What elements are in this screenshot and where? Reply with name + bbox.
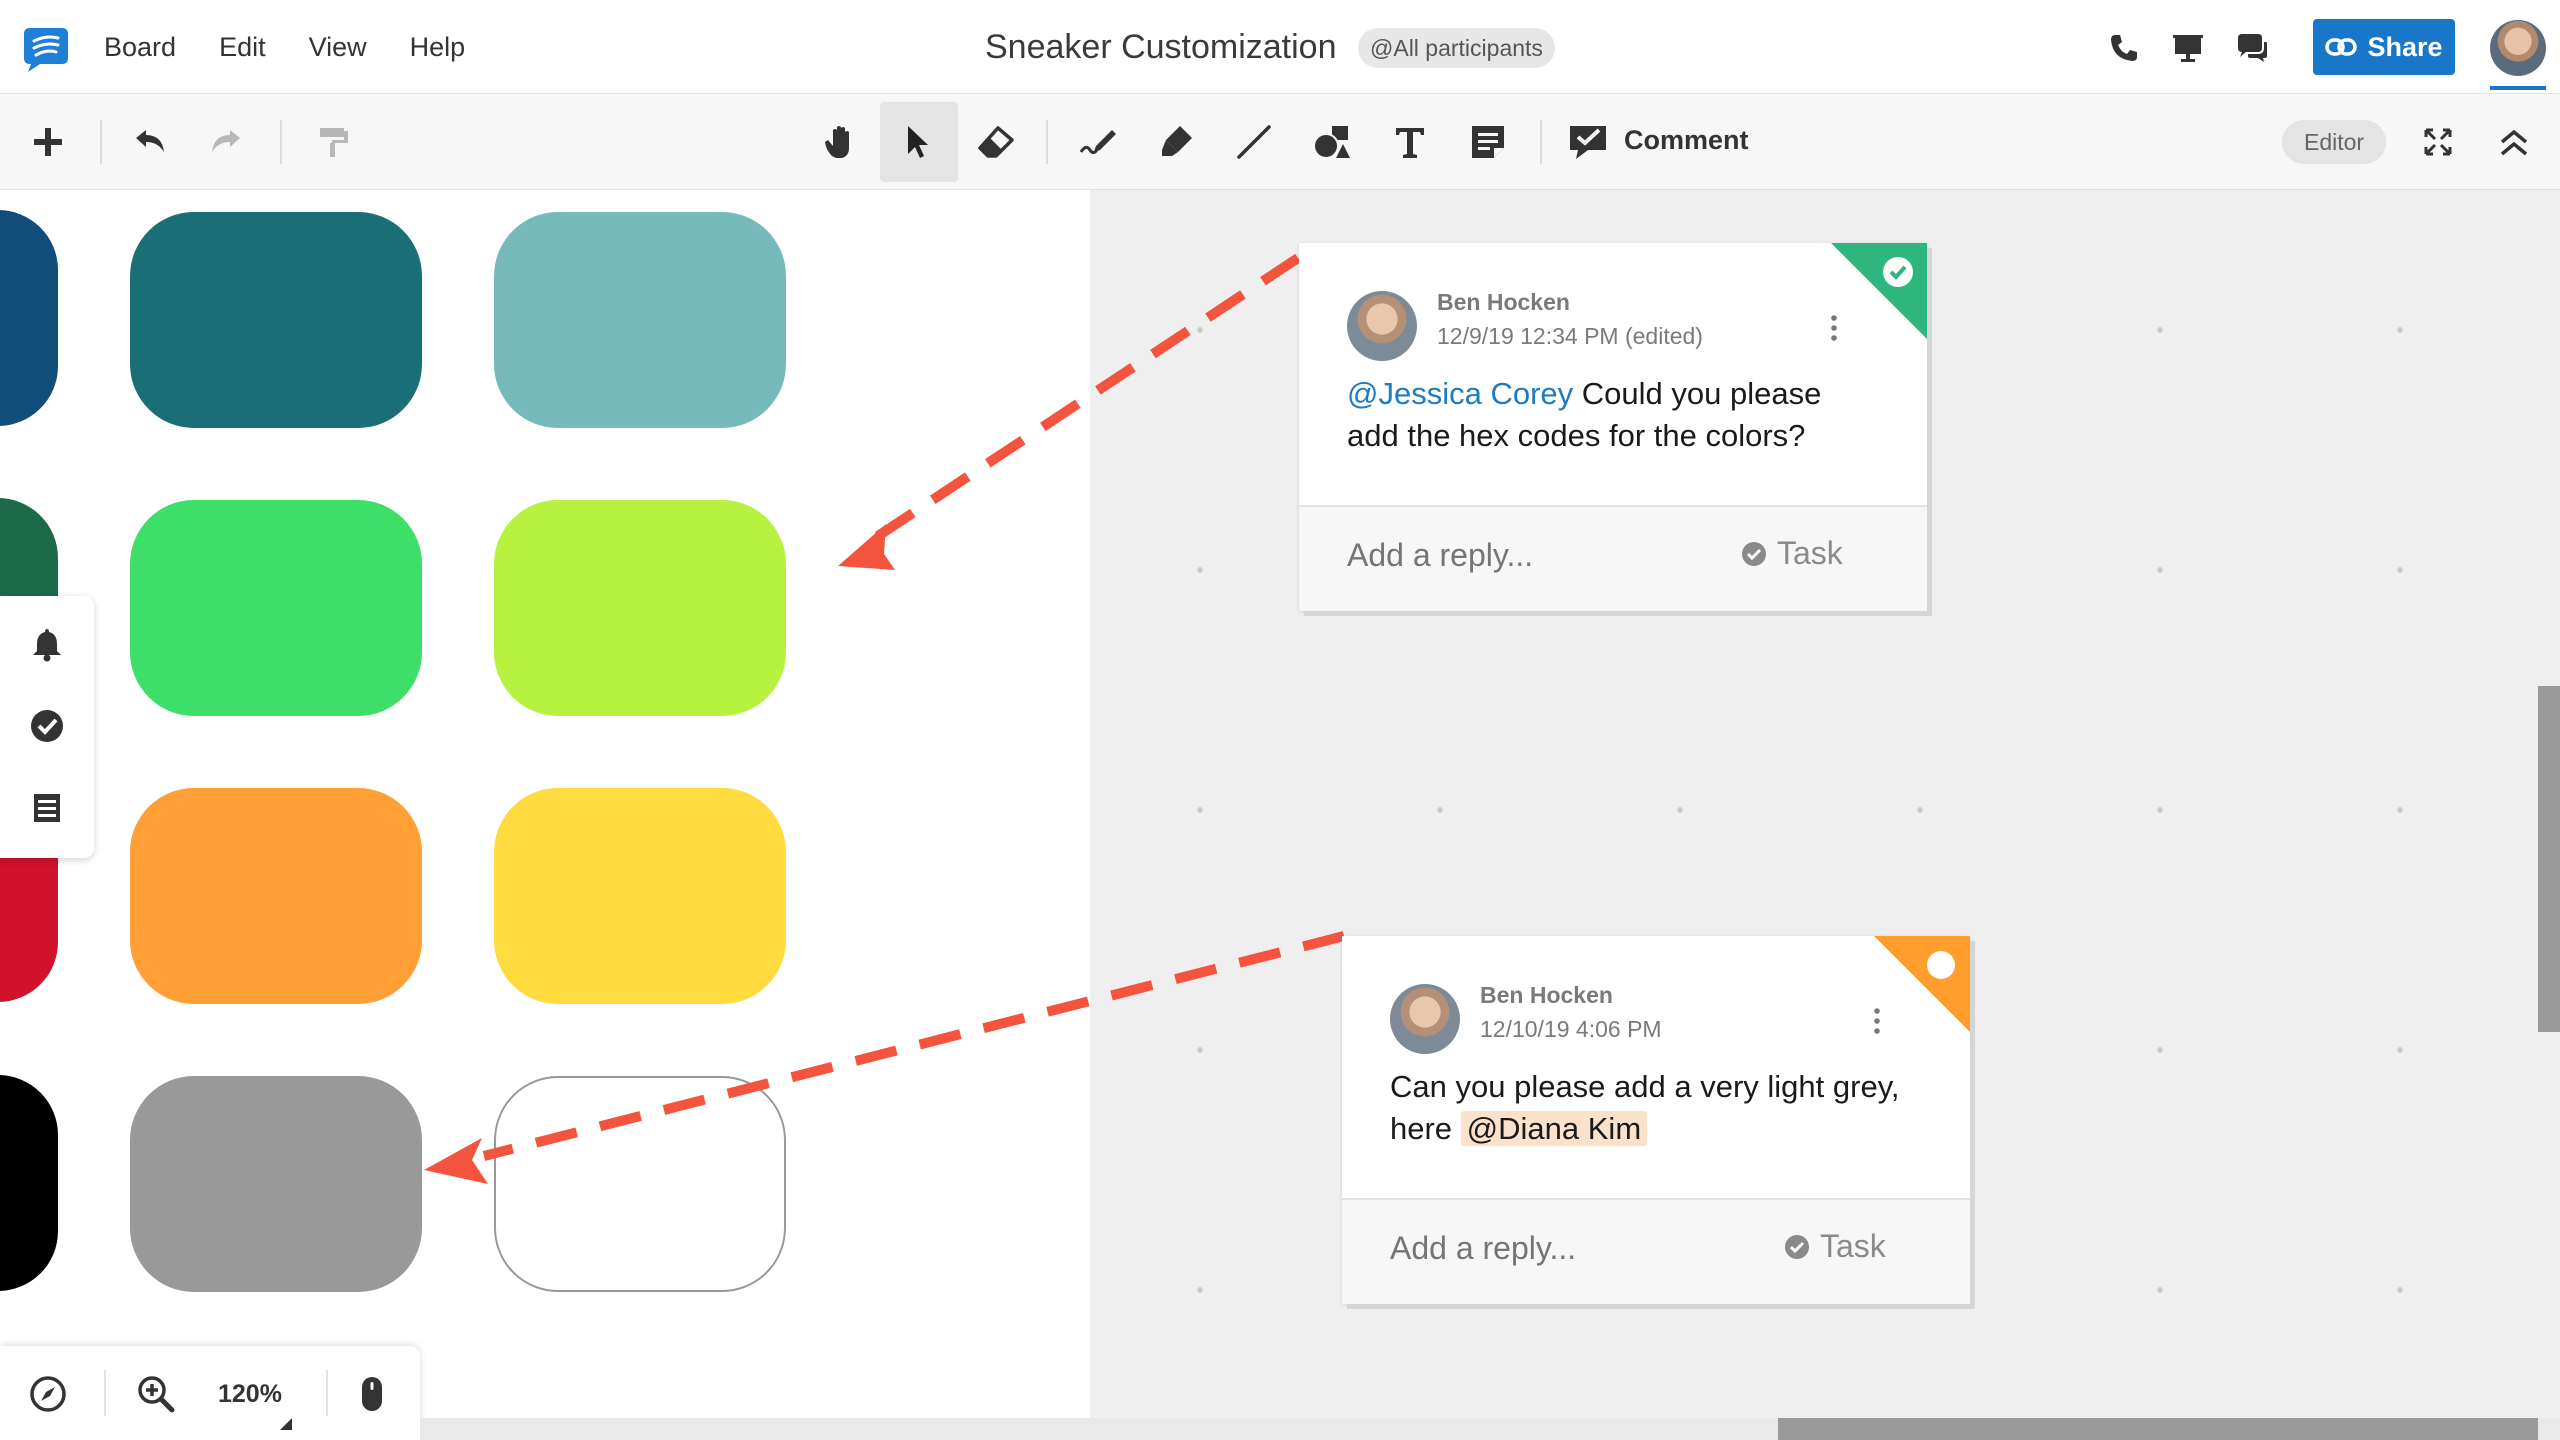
comment-reply-bar: Task (1342, 1200, 1970, 1304)
zoom-in-icon[interactable] (136, 1374, 176, 1414)
color-swatch-green[interactable] (130, 500, 422, 716)
task-button[interactable]: Task (1784, 1228, 1886, 1265)
undo-icon[interactable] (130, 122, 170, 162)
chat-icon[interactable] (2234, 30, 2270, 66)
comment-timestamp: 12/9/19 12:34 PM (edited) (1437, 323, 1703, 349)
task-button-label: Task (1777, 535, 1843, 571)
comment-mention[interactable]: @Jessica Corey (1347, 376, 1573, 411)
color-swatch-yellow[interactable] (494, 788, 786, 1004)
main-menu: Board Edit View Help (104, 0, 508, 94)
task-check-icon (1785, 1234, 1809, 1259)
reply-input[interactable] (1390, 1230, 1750, 1267)
collapse-toolbar-icon[interactable] (2494, 122, 2534, 162)
color-swatch-orange[interactable] (130, 788, 422, 1004)
pen-icon[interactable] (1078, 122, 1118, 162)
board-title[interactable]: Sneaker Customization (985, 28, 1337, 67)
fullscreen-icon[interactable] (2418, 122, 2458, 162)
mouse-icon[interactable] (352, 1374, 392, 1414)
comment-tool-label[interactable]: Comment (1624, 125, 1749, 156)
highlighter-icon[interactable] (1156, 122, 1196, 162)
color-swatch-white[interactable] (494, 1076, 786, 1292)
comment-author: Ben Hocken (1480, 982, 1613, 1008)
redo-icon[interactable] (206, 122, 246, 162)
navigator-icon[interactable] (28, 1374, 68, 1414)
list-icon[interactable] (29, 790, 65, 826)
text-icon[interactable] (1390, 122, 1430, 162)
reply-input[interactable] (1347, 537, 1707, 574)
top-bar: Board Edit View Help Sneaker Customizati… (0, 0, 2560, 94)
toolbar-separator (1046, 120, 1048, 164)
task-check-icon[interactable] (29, 708, 65, 744)
color-swatch-teal[interactable] (130, 212, 422, 428)
task-button-label: Task (1820, 1228, 1886, 1264)
shapes-icon[interactable] (1312, 122, 1352, 162)
menu-board[interactable]: Board (104, 32, 176, 63)
zoom-panel-separator (326, 1370, 328, 1416)
eraser-icon[interactable] (976, 122, 1016, 162)
zoom-dropdown-icon[interactable] (280, 1418, 292, 1430)
user-avatar[interactable] (2490, 20, 2546, 76)
toolbar-separator (1540, 120, 1542, 164)
toolbar-separator (280, 120, 282, 164)
open-corner-badge[interactable] (1874, 936, 1970, 1032)
vertical-scrollbar[interactable] (2538, 686, 2560, 1032)
comment-icon[interactable] (1568, 122, 1608, 162)
hand-icon[interactable] (820, 122, 860, 162)
color-swatch-grey[interactable] (130, 1076, 422, 1292)
horizontal-scrollbar[interactable] (1778, 1418, 2538, 1440)
color-swatch-black[interactable] (0, 1075, 58, 1291)
resolved-corner-badge[interactable] (1831, 243, 1927, 339)
editor-mode-badge[interactable]: Editor (2282, 120, 2387, 164)
share-button-label: Share (2367, 31, 2443, 62)
format-painter-icon[interactable] (314, 122, 354, 162)
line-icon[interactable] (1234, 122, 1274, 162)
comment-author: Ben Hocken (1437, 289, 1570, 315)
comment-text: @Jessica Corey Could you please add the … (1347, 373, 1867, 457)
menu-view[interactable]: View (309, 32, 367, 63)
share-button[interactable]: Share (2313, 19, 2455, 75)
toolbar-separator (100, 120, 102, 164)
zoom-level[interactable]: 120% (218, 1380, 282, 1409)
task-button[interactable]: Task (1741, 535, 1843, 572)
participants-badge[interactable]: @All participants (1358, 28, 1555, 68)
phone-icon[interactable] (2106, 30, 2142, 66)
sticky-note-icon[interactable] (1468, 122, 1508, 162)
link-icon (2325, 38, 2358, 56)
menu-edit[interactable]: Edit (219, 32, 266, 63)
comment-card[interactable]: Ben Hocken 12/9/19 12:34 PM (edited) @Je… (1299, 243, 1927, 611)
comment-text: Can you please add a very light grey, he… (1390, 1066, 1910, 1150)
comment-author-avatar (1390, 984, 1460, 1054)
menu-help[interactable]: Help (410, 32, 466, 63)
toolbar: Comment Editor (0, 94, 2560, 190)
pointer-icon[interactable] (898, 122, 938, 162)
comment-card[interactable]: Ben Hocken 12/10/19 4:06 PM Can you plea… (1342, 936, 1970, 1304)
comment-reply-bar: Task (1299, 507, 1927, 611)
avatar-active-indicator (2490, 86, 2546, 90)
zoom-panel-separator (104, 1370, 106, 1416)
left-side-panel (0, 596, 94, 858)
present-icon[interactable] (2170, 30, 2206, 66)
color-swatch-light-teal[interactable] (494, 212, 786, 428)
color-swatch-lime[interactable] (494, 500, 786, 716)
bell-icon[interactable] (29, 626, 65, 662)
comment-mention[interactable]: @Diana Kim (1460, 1111, 1648, 1146)
comment-timestamp: 12/10/19 4:06 PM (1480, 1016, 1662, 1042)
app-logo-icon[interactable] (20, 24, 72, 76)
task-check-icon (1742, 541, 1766, 566)
comment-menu-icon[interactable] (1829, 313, 1839, 343)
zoom-panel: 120% (0, 1346, 420, 1440)
comment-author-avatar (1347, 291, 1417, 361)
add-icon[interactable] (28, 122, 68, 162)
color-swatch-navy[interactable] (0, 210, 58, 426)
comment-menu-icon[interactable] (1872, 1006, 1882, 1036)
